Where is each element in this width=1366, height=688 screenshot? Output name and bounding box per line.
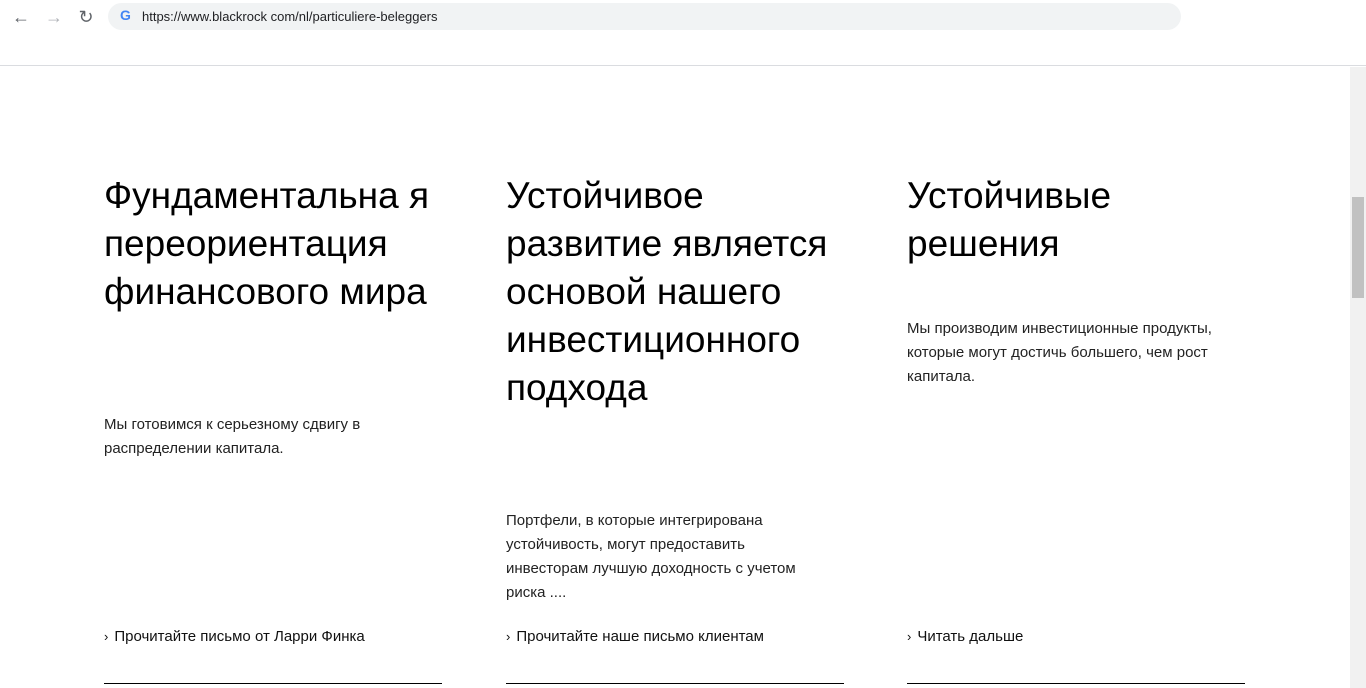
scrollbar-thumb[interactable]: [1352, 197, 1364, 298]
link-label: Прочитайте письмо от Ларри Финка: [114, 628, 365, 645]
column-heading: Устойчивое развитие является основой наш…: [506, 175, 828, 408]
google-icon: G: [120, 7, 131, 23]
column-sustainability: Устойчивое развитие является основой наш…: [506, 172, 844, 684]
read-larry-fink-letter-link[interactable]: › Прочитайте письмо от Ларри Финка: [104, 628, 365, 645]
column-sustainable-solutions: Устойчивые решения Мы производим инвести…: [907, 172, 1245, 684]
divider: [104, 683, 442, 684]
scrollbar-track[interactable]: [1350, 67, 1366, 688]
divider: [506, 683, 844, 684]
forward-icon[interactable]: →: [43, 6, 65, 28]
read-client-letter-link[interactable]: › Прочитайте наше письмо клиентам: [506, 628, 764, 645]
chevron-right-icon: ›: [104, 629, 109, 644]
column-body: Мы готовимся к серьезному сдвигу в распр…: [104, 416, 361, 457]
column-heading: Устойчивые решения: [907, 175, 1112, 264]
read-more-link[interactable]: › Читать дальше: [907, 628, 1023, 645]
chevron-right-icon: ›: [506, 629, 511, 644]
back-icon[interactable]: ←: [10, 6, 32, 28]
chevron-right-icon: ›: [907, 629, 912, 644]
reload-icon[interactable]: ↻: [75, 6, 97, 28]
column-body: Мы производим инвестиционные продукты, к…: [907, 320, 1212, 385]
divider: [907, 683, 1245, 684]
column-financial-reorientation: Фундаментальна я переориентация финансов…: [104, 172, 442, 684]
link-label: Читать дальше: [917, 628, 1024, 645]
column-heading: Фундаментальна я переориентация финансов…: [104, 175, 429, 312]
address-bar[interactable]: G https://www.blackrock com/nl/particuli…: [108, 3, 1181, 30]
url-text[interactable]: https://www.blackrock com/nl/particulier…: [142, 9, 438, 24]
link-label: Прочитайте наше письмо клиентам: [516, 628, 764, 645]
column-body: Портфели, в которые интегрирована устойч…: [506, 512, 796, 601]
browser-toolbar: ← → ↻ G https://www.blackrock com/nl/par…: [0, 0, 1366, 66]
